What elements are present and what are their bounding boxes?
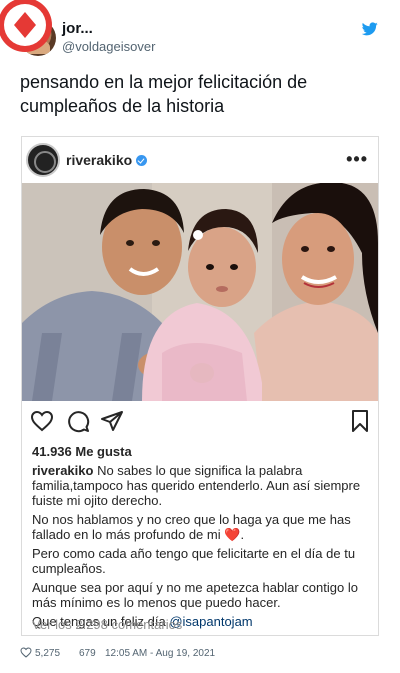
user-names: jor... @voldageisover [62, 20, 155, 55]
view-comments-link[interactable]: Ver los 2.298 comentarios [32, 617, 182, 632]
like-count[interactable]: 5,275 [35, 648, 60, 659]
instagram-caption: riverakiko No sabes lo que significa la … [32, 463, 368, 633]
verified-badge-icon [136, 155, 148, 166]
caption-username[interactable]: riverakiko [32, 463, 93, 478]
share-icon[interactable] [100, 409, 124, 433]
instagram-avatar[interactable] [26, 143, 60, 177]
instagram-embed[interactable]: riverakiko ••• 41.936 Me gusta riverakik… [21, 136, 379, 636]
caption-paragraph-2: No nos hablamos y no creo que lo haga ya… [32, 512, 351, 542]
caption-paragraph-1: riverakiko No sabes lo que significa la … [32, 463, 368, 508]
caption-line-2: No nos hablamos y no creo que lo haga ya… [32, 512, 351, 542]
twitter-bird-icon[interactable] [362, 22, 378, 36]
retweet-count[interactable]: 679 [79, 648, 96, 659]
comment-icon[interactable] [66, 409, 90, 433]
instagram-actions [22, 405, 378, 439]
caption-paragraph-3: Pero como cada año tengo que felicitarte… [32, 546, 368, 576]
instagram-likes[interactable]: 41.936 Me gusta [32, 444, 132, 459]
tweet-timestamp[interactable]: 12:05 AM - Aug 19, 2021 [105, 648, 215, 659]
caption-paragraph-4: Aunque sea por aquí y no me apetezca hab… [32, 580, 368, 610]
display-name[interactable]: jor... [62, 20, 155, 38]
caption-line-4: Aunque sea por aquí y no me apetezca hab… [32, 580, 358, 610]
user-handle[interactable]: @voldageisover [62, 38, 155, 55]
tweet-text: pensando en la mejor felicitación de cum… [20, 72, 308, 116]
tweet-card: jor... @voldageisover pensando en la mej… [0, 0, 400, 673]
instagram-username-text[interactable]: riverakiko [66, 152, 132, 168]
heart-outline-icon[interactable] [30, 409, 54, 433]
bookmark-icon[interactable] [348, 409, 372, 433]
like-heart-icon[interactable] [20, 647, 32, 658]
caption-line-3: Pero como cada año tengo que felicitarte… [32, 546, 356, 576]
instagram-header: riverakiko ••• [22, 137, 378, 183]
watermark-logo [0, 0, 52, 52]
instagram-username[interactable]: riverakiko [66, 152, 148, 168]
tweet-header: jor... @voldageisover [20, 18, 380, 58]
tweet-meta: 5,275 679 12:05 AM - Aug 19, 2021 [20, 646, 380, 664]
more-options-icon[interactable]: ••• [346, 149, 368, 170]
red-heart-emoji: ❤️ [224, 527, 241, 542]
family-photo [22, 183, 378, 401]
